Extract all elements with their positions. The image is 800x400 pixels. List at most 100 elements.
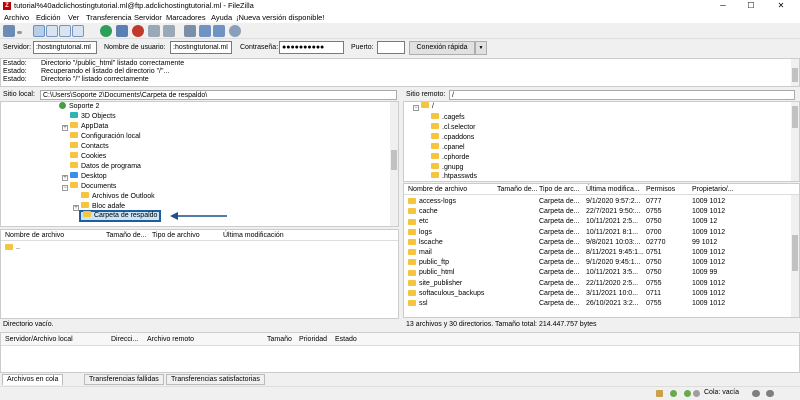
tree-item-cpanel[interactable]: .cpanel bbox=[431, 143, 465, 153]
col-estado[interactable]: Estado bbox=[335, 333, 357, 346]
toggle-remote-tree-icon[interactable] bbox=[59, 25, 71, 37]
tree-item-archivos-de-outlook[interactable]: Archivos de Outlook bbox=[81, 192, 155, 202]
col-propietario[interactable]: Propietario/... bbox=[692, 184, 734, 195]
search-icon[interactable] bbox=[229, 25, 241, 37]
tree-label: Archivos de Outlook bbox=[92, 193, 155, 200]
tab-transferencias-satisfactorias[interactable]: Transferencias satisfactorias bbox=[166, 374, 265, 385]
username-input[interactable] bbox=[170, 41, 232, 54]
log-scroll-thumb[interactable] bbox=[792, 68, 798, 82]
filter-icon[interactable] bbox=[184, 25, 196, 37]
disconnect-icon[interactable] bbox=[148, 25, 160, 37]
toggle-tree-icon[interactable] bbox=[46, 25, 58, 37]
table-row[interactable]: access-logs Carpeta de... 9/1/2020 9:57:2.… bbox=[404, 197, 790, 207]
col-tipo[interactable]: Tipo de arc... bbox=[539, 184, 580, 195]
tree-item-documents[interactable]: Documents bbox=[70, 182, 116, 192]
queue-status: Cola: vacía bbox=[704, 389, 740, 396]
table-row[interactable]: etc Carpeta de... 10/11/2021 2:5... 0750 100… bbox=[404, 217, 790, 227]
menu-archivo[interactable]: Archivo bbox=[4, 13, 29, 22]
tree-item-cpaddons[interactable]: .cpaddons bbox=[431, 133, 474, 143]
table-row[interactable]: public_html Carpeta de... 10/11/2021 3:5..… bbox=[404, 268, 790, 278]
quickconnect-button[interactable]: Conexión rápida bbox=[409, 41, 475, 55]
tree-item-cl-selector[interactable]: .cl.selector bbox=[431, 123, 475, 133]
remote-path-input[interactable]: / bbox=[449, 90, 795, 100]
menu-ver[interactable]: Ver bbox=[68, 13, 79, 22]
menu-nueva-version[interactable]: ¡Nueva versión disponible! bbox=[236, 13, 324, 22]
remote-list-scroll-thumb[interactable] bbox=[792, 235, 798, 271]
menu-servidor[interactable]: Servidor bbox=[134, 13, 162, 22]
menu-transferencia[interactable]: Transferencia bbox=[86, 13, 132, 22]
tree-item-datos-de-programa[interactable]: Datos de programa bbox=[70, 162, 141, 172]
table-row[interactable]: logs Carpeta de... 10/11/2021 8:1... 0700 10… bbox=[404, 228, 790, 238]
col-modificacion[interactable]: Última modificación bbox=[223, 230, 284, 241]
col-nombre[interactable]: Nombre de archivo bbox=[408, 184, 467, 195]
tree-item-desktop[interactable]: Desktop bbox=[70, 172, 107, 182]
col-tamano[interactable]: Tamaño de... bbox=[106, 230, 146, 241]
compare-icon[interactable] bbox=[199, 25, 211, 37]
site-manager-dropdown-icon[interactable] bbox=[17, 31, 22, 34]
table-row[interactable]: cache Carpeta de... 22/7/2021 9:50:... 0755… bbox=[404, 207, 790, 217]
site-manager-icon[interactable] bbox=[3, 25, 15, 37]
maximize-icon[interactable]: ☐ bbox=[740, 0, 762, 12]
tab-archivos-en-cola[interactable]: Archivos en cola bbox=[2, 374, 64, 385]
col-tipo[interactable]: Tipo de archivo bbox=[152, 230, 200, 241]
toggle-queue-icon[interactable] bbox=[72, 25, 84, 37]
reconnect-icon[interactable] bbox=[163, 25, 175, 37]
tree-item-cphorde[interactable]: .cphorde bbox=[431, 153, 469, 163]
menu-edicion[interactable]: Edición bbox=[36, 13, 61, 22]
menu-marcadores[interactable]: Marcadores bbox=[166, 13, 206, 22]
col-permisos[interactable]: Permisos bbox=[646, 184, 675, 195]
expand-icon[interactable]: + bbox=[62, 175, 68, 181]
folder-icon bbox=[70, 112, 78, 119]
table-row[interactable]: site_publisher Carpeta de... 22/11/2020 2:… bbox=[404, 279, 790, 289]
tree-item-root[interactable]: / bbox=[421, 102, 434, 112]
col-nombre[interactable]: Nombre de archivo bbox=[5, 230, 64, 241]
tree-item-3d-objects[interactable]: 3D Objects bbox=[70, 112, 116, 122]
cancel-icon[interactable] bbox=[132, 25, 144, 37]
table-row[interactable]: public_ftp Carpeta de... 9/1/2020 9:45:1..… bbox=[404, 258, 790, 268]
collapse-icon[interactable]: − bbox=[413, 105, 419, 111]
remote-tree-scroll-thumb[interactable] bbox=[792, 106, 798, 128]
list-item[interactable]: .. bbox=[1, 243, 389, 253]
tree-item-configuracion-local[interactable]: Configuración local bbox=[70, 132, 141, 142]
tree-item-cookies[interactable]: Cookies bbox=[70, 152, 106, 162]
sync-browse-icon[interactable] bbox=[213, 25, 225, 37]
col-archivo-remoto[interactable]: Archivo remoto bbox=[147, 333, 194, 346]
remote-tree-scrollbar[interactable] bbox=[791, 102, 799, 181]
col-modificacion[interactable]: Última modifica... bbox=[586, 184, 640, 195]
menu-ayuda[interactable]: Ayuda bbox=[211, 13, 232, 22]
tree-item-soporte-2[interactable]: Soporte 2 bbox=[59, 102, 99, 112]
toolbar bbox=[0, 23, 800, 39]
collapse-icon[interactable]: − bbox=[62, 185, 68, 191]
tree-item-htpasswds[interactable]: .htpasswds bbox=[431, 172, 477, 181]
toggle-log-icon[interactable] bbox=[33, 25, 45, 37]
col-prioridad[interactable]: Prioridad bbox=[299, 333, 327, 346]
tree-item-appdata[interactable]: AppData bbox=[70, 122, 108, 132]
table-row[interactable]: softaculous_backups Carpeta de... 3/11/202… bbox=[404, 289, 790, 299]
local-path-input[interactable]: C:\Users\Soporte 2\Documents\Carpeta de … bbox=[40, 90, 397, 100]
tab-transferencias-fallidas[interactable]: Transferencias fallidas bbox=[84, 374, 164, 385]
tree-item-cagefs[interactable]: .cagefs bbox=[431, 113, 465, 123]
server-input[interactable] bbox=[33, 41, 97, 54]
tree-item-carpeta-de-respaldo[interactable]: Carpeta de respaldo bbox=[79, 210, 162, 222]
local-tree-scroll-thumb[interactable] bbox=[391, 150, 397, 170]
col-tamano[interactable]: Tamaño de... bbox=[497, 184, 537, 195]
table-row[interactable]: mail Carpeta de... 8/11/2021 9:45:1... 0751… bbox=[404, 248, 790, 258]
table-row[interactable]: lscache Carpeta de... 9/8/2021 10:03:... 02… bbox=[404, 238, 790, 248]
close-icon[interactable]: ✕ bbox=[770, 0, 792, 12]
col-tamano[interactable]: Tamaño bbox=[267, 333, 292, 346]
local-tree-scrollbar[interactable] bbox=[390, 102, 398, 226]
refresh-icon[interactable] bbox=[100, 25, 112, 37]
password-input[interactable] bbox=[279, 41, 344, 54]
folder-icon bbox=[421, 102, 429, 109]
remote-list-scrollbar[interactable] bbox=[791, 195, 799, 317]
quickconnect-dropdown-icon[interactable]: ▼ bbox=[475, 41, 487, 55]
port-input[interactable] bbox=[377, 41, 405, 54]
col-direccion[interactable]: Direcci... bbox=[111, 333, 138, 346]
log-scrollbar[interactable] bbox=[791, 59, 799, 86]
tree-item-contacts[interactable]: Contacts bbox=[70, 142, 109, 152]
col-servidor[interactable]: Servidor/Archivo local bbox=[5, 333, 73, 346]
process-queue-icon[interactable] bbox=[116, 25, 128, 37]
minimize-icon[interactable]: ─ bbox=[712, 0, 734, 12]
expand-icon[interactable]: + bbox=[62, 125, 68, 131]
table-row[interactable]: ssl Carpeta de... 26/10/2021 3:2... 0755 100… bbox=[404, 299, 790, 309]
